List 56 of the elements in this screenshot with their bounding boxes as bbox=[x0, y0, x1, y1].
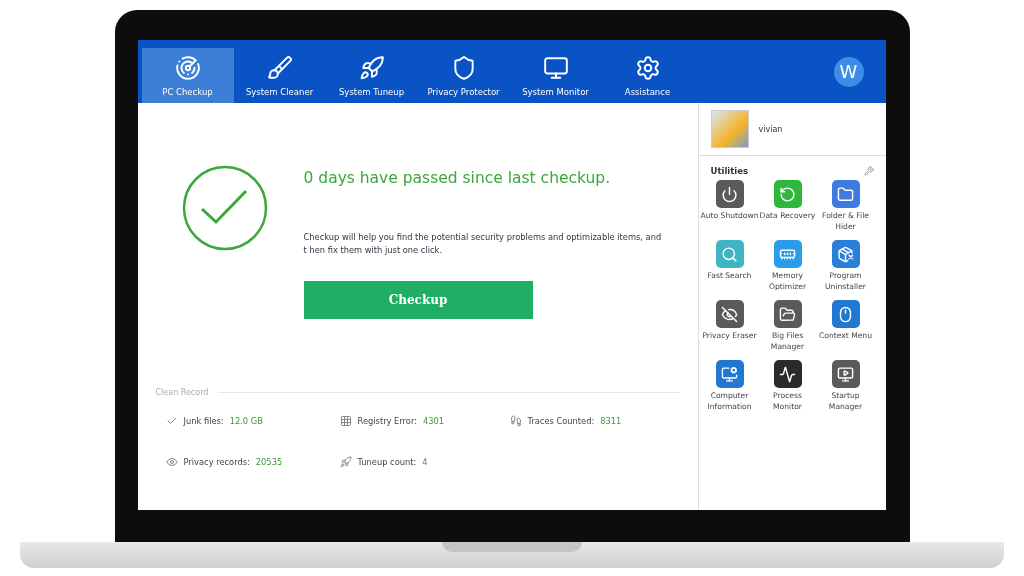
nav-tab[interactable]: Assistance bbox=[601, 48, 694, 103]
footprints-icon bbox=[509, 415, 522, 427]
utility-tile[interactable] bbox=[715, 240, 744, 268]
nav-tab[interactable]: System Cleaner bbox=[233, 48, 326, 103]
eye-icon bbox=[165, 456, 178, 468]
stat-label: Traces Counted: bbox=[527, 416, 595, 426]
stat-label: Privacy records: bbox=[183, 457, 250, 467]
monitor-icon bbox=[837, 365, 854, 383]
monitor-icon bbox=[721, 365, 738, 383]
nav-tab[interactable]: System Tuneup bbox=[325, 48, 418, 103]
monitor-icon bbox=[542, 54, 569, 81]
check-icon bbox=[165, 415, 178, 427]
recovery-icon bbox=[779, 185, 796, 203]
utility-tile[interactable] bbox=[831, 300, 860, 328]
nav-tab[interactable]: PC Checkup bbox=[141, 48, 234, 103]
rocket-icon bbox=[339, 456, 352, 468]
radar-icon bbox=[174, 54, 201, 81]
folder-icon bbox=[837, 185, 854, 203]
search-icon bbox=[721, 245, 738, 263]
checkup-headline: 0 days have passed since last checkup. bbox=[303, 169, 612, 187]
folder-icon bbox=[779, 305, 796, 323]
utility-tile[interactable] bbox=[773, 300, 802, 328]
stat-label: Registry Error: bbox=[357, 416, 417, 426]
stat-label: Junk files: bbox=[183, 416, 224, 426]
section-title: Clean Record bbox=[155, 388, 209, 397]
checkup-description: Checkup will help you find the potential security problems and optimizable items, and t hen fix them with just one click. bbox=[303, 231, 663, 257]
stat-value: 12.0 GB bbox=[229, 416, 263, 426]
utility-tile[interactable] bbox=[773, 360, 802, 388]
utility-tile[interactable] bbox=[831, 360, 860, 388]
utility-tile[interactable] bbox=[831, 240, 860, 268]
stat-value: 8311 bbox=[600, 416, 622, 426]
utility-tile[interactable] bbox=[715, 180, 744, 208]
package-icon bbox=[837, 245, 854, 263]
utility-tile[interactable] bbox=[773, 240, 802, 268]
pulse-icon bbox=[779, 365, 796, 383]
utility-tile[interactable] bbox=[715, 360, 744, 388]
grid-icon bbox=[339, 415, 352, 427]
rocket-icon bbox=[358, 54, 385, 81]
stat-value: 4301 bbox=[423, 416, 445, 426]
utility-tile[interactable] bbox=[715, 300, 744, 328]
photo-placeholder bbox=[710, 110, 749, 148]
nav-tab[interactable]: Privacy Protector bbox=[417, 48, 510, 103]
gear-icon bbox=[634, 54, 661, 81]
user-name: vivian bbox=[758, 124, 783, 134]
stat-value: 20535 bbox=[255, 457, 283, 467]
check-circle-icon bbox=[181, 165, 268, 251]
power-icon bbox=[721, 185, 738, 203]
utility-tile[interactable] bbox=[773, 180, 802, 208]
brush-icon bbox=[266, 54, 293, 81]
utility-tile[interactable] bbox=[831, 180, 860, 208]
crossed-eye-icon bbox=[721, 305, 738, 323]
utilities-title: Utilities bbox=[710, 166, 748, 176]
stat-label: Tuneup count: bbox=[357, 457, 417, 467]
stat-value: 4 bbox=[422, 457, 428, 467]
nav-tab[interactable]: System Monitor bbox=[509, 48, 602, 103]
mouse-icon bbox=[837, 305, 854, 323]
